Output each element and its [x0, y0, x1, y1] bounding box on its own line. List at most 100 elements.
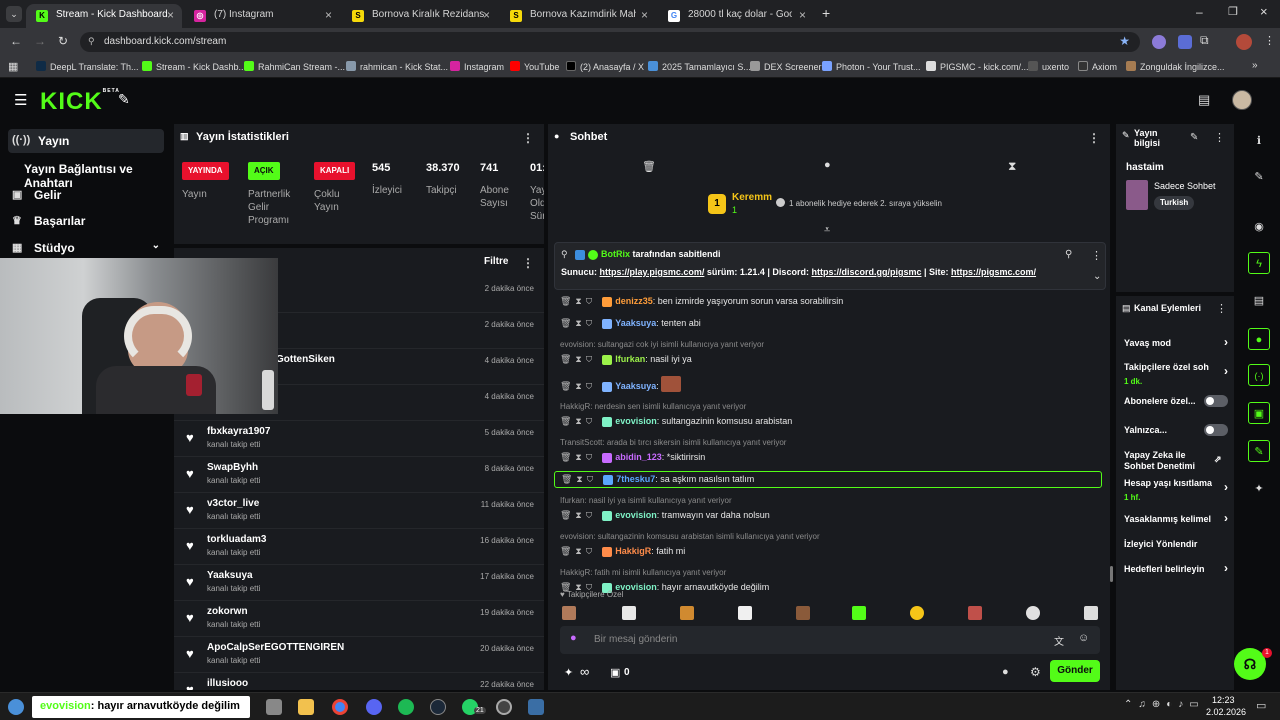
chat-message[interactable]: 🗑⧗⛉ evovision: tramwayın var daha nolsun [560, 510, 770, 521]
bookmark-x[interactable]: (2) Anasayfa / X [566, 61, 644, 72]
sidebar-item-studyo[interactable]: ▦ Stüdyo ⌄ [8, 236, 164, 260]
toggle-switch[interactable] [1204, 424, 1228, 436]
user-avatar[interactable] [1232, 90, 1252, 110]
emote[interactable] [910, 606, 924, 620]
steam-icon[interactable] [430, 699, 446, 715]
sidebar-item-stream-key[interactable]: Yayın Bağlantısı ve Anahtarı [8, 157, 164, 190]
bookmark-star-icon[interactable]: ★ [1119, 34, 1130, 48]
chat-username[interactable]: Yaaksuya [615, 381, 656, 391]
chat-message[interactable]: 🗑⧗⛉ Ifurkan: nasil iyi ya [560, 354, 692, 365]
moderation-tools-icon[interactable]: 🗑⧗⛉ [560, 381, 596, 391]
action-subscribers-only[interactable]: Abonelere özel... [1124, 395, 1228, 407]
moderation-tools-icon[interactable]: 🗑⧗⛉ [560, 452, 596, 462]
edit-icon[interactable]: ✎ [1190, 132, 1198, 143]
chat-message[interactable]: 🗑⧗⛉ abidin_123: *siktirirsin [560, 452, 705, 463]
site-link[interactable]: https://pigsmc.com/ [951, 267, 1036, 277]
chat-mode-icon[interactable]: ● [824, 159, 831, 171]
clock-time[interactable]: 12:23 [1212, 695, 1235, 705]
discord-link[interactable]: https://discord.gg/pigsmc [811, 267, 921, 277]
discord-icon[interactable] [366, 699, 382, 715]
hamburger-menu-icon[interactable]: ☰ [14, 91, 27, 109]
action-slow-mode[interactable]: Yavaş mod › [1124, 336, 1228, 349]
unpin-icon[interactable]: ⚲ [1065, 249, 1072, 260]
app-icon[interactable] [496, 699, 512, 715]
chat-username[interactable]: abidin_123 [615, 452, 662, 462]
address-bar[interactable]: ⚲ dashboard.kick.com/stream ★ [80, 32, 1140, 52]
extension-icon[interactable] [1178, 35, 1192, 49]
microphone-icon[interactable]: ● [570, 632, 577, 644]
chat-message[interactable]: 🗑⧗⛉ Yaaksuya: tenten abi [560, 318, 701, 329]
close-icon[interactable]: × [167, 8, 174, 22]
emote[interactable] [796, 606, 810, 620]
reload-icon[interactable]: ↻ [58, 34, 68, 48]
more-options-icon[interactable]: ⋮ [522, 131, 534, 145]
document-icon[interactable]: ▤ [1248, 290, 1270, 312]
emote[interactable] [1084, 606, 1098, 620]
weather-icon[interactable] [8, 699, 24, 715]
emote[interactable] [680, 606, 694, 620]
bookmark-axiom[interactable]: Axiom [1078, 61, 1117, 72]
bookmark-tamamlayici[interactable]: 2025 Tamamlayıcı S... [648, 61, 751, 72]
lightning-icon[interactable]: ϟ [1248, 252, 1270, 274]
chat-username[interactable]: denizz35 [615, 296, 653, 306]
more-options-icon[interactable]: ⋮ [1091, 249, 1102, 262]
close-icon[interactable]: × [799, 8, 806, 22]
tab-bornova-metro[interactable]: S Bornova Kazımdirik Mah. Metrosu × [500, 4, 656, 28]
apps-grid-icon[interactable]: ▦ [8, 60, 18, 73]
action-raid[interactable]: İzleyici Yönlendir [1124, 539, 1228, 550]
close-icon[interactable]: × [483, 8, 490, 22]
chat-message[interactable]: 🗑⧗⛉ HakkigR: fatih mi [560, 546, 685, 557]
tab-bornova-rezidans[interactable]: S Bornova Kiralık Rezidans Fiyatla × [342, 4, 498, 28]
pencil-icon[interactable]: ✎ [1248, 166, 1270, 188]
emote[interactable] [562, 606, 576, 620]
emote[interactable] [661, 376, 682, 392]
extension-icon[interactable] [1152, 35, 1166, 49]
emote[interactable] [968, 606, 982, 620]
bookmark-kick-dashboard[interactable]: Stream - Kick Dashb... [142, 61, 246, 72]
action-account-age[interactable]: Hesap yaşı kısıtlama 1 hf. › [1124, 478, 1228, 503]
chat-icon[interactable]: ● [1248, 328, 1270, 350]
sidebar-item-gelir[interactable]: ▣ Gelir [8, 183, 164, 207]
sidebar-item-yayin[interactable]: ((·)) Yayın [8, 129, 164, 153]
moderation-tools-icon[interactable]: 🗑⧗⛉ [560, 318, 596, 328]
chrome-icon[interactable] [332, 699, 348, 715]
chat-username[interactable]: Ifurkan [615, 354, 645, 364]
emote[interactable] [852, 606, 866, 620]
forward-icon[interactable]: → [34, 34, 46, 48]
moderation-tools-icon[interactable]: 🗑⧗⛉ [560, 546, 596, 556]
sidebar-item-basarilar[interactable]: ♛ Başarılar [8, 209, 164, 233]
chat-message[interactable]: 🗑⧗⛉ 7thesku7: sa aşkım nasılsın tatlım [554, 471, 1102, 488]
chat-username[interactable]: HakkigR [615, 546, 651, 556]
emote[interactable] [738, 606, 752, 620]
clock-date[interactable]: 2.02.2026 [1206, 707, 1246, 717]
chat-users-icon[interactable]: ● [1002, 666, 1009, 678]
kick-points-icon[interactable]: ✦ [564, 666, 573, 679]
info-icon[interactable]: ℹ [1248, 130, 1270, 152]
tab-google[interactable]: G 28000 tl kaç dolar - Google'da A × [658, 4, 814, 28]
bookmark-rahmican-stats[interactable]: rahmican - Kick Stat... [346, 61, 448, 72]
bookmark-instagram[interactable]: Instagram [450, 61, 504, 72]
action-banned-words[interactable]: Yasaklanmış kelimel › [1124, 512, 1228, 528]
bookmark-youtube[interactable]: YouTube [510, 61, 559, 72]
bookmark-pigsmc[interactable]: PIGSMC - kick.com/... [926, 61, 1029, 72]
close-icon[interactable]: × [325, 8, 332, 22]
bookmark-rahmican-stream[interactable]: RahmiCan Stream -... [244, 61, 345, 72]
restore-button[interactable]: ❐ [1228, 5, 1238, 18]
chat-input[interactable]: ● Bir mesaj gönderin 文 ☺ [560, 626, 1100, 654]
action-emote-only[interactable]: Yalnızca... [1124, 424, 1228, 436]
toggle-switch[interactable] [1204, 395, 1228, 407]
emote[interactable] [622, 606, 636, 620]
broadcast-icon[interactable]: (·) [1248, 364, 1270, 386]
kick-logo[interactable]: KICKBETA [40, 88, 120, 116]
gift-icon[interactable]: ▣ [610, 666, 620, 679]
moderation-tools-icon[interactable]: 🗑⧗⛉ [560, 416, 596, 426]
emoji-icon[interactable]: ☺ [1078, 632, 1089, 644]
chevron-down-icon[interactable]: ⌄ [1093, 271, 1101, 282]
app-icon[interactable] [528, 699, 544, 715]
tab-kick-dashboard[interactable]: K Stream - Kick Dashboard × [26, 4, 182, 28]
close-window-button[interactable]: × [1260, 4, 1268, 19]
send-button[interactable]: Gönder [1050, 660, 1100, 682]
more-options-icon[interactable]: ⋮ [522, 256, 534, 270]
action-followers-only[interactable]: Takipçilere özel soh 1 dk. › [1124, 362, 1228, 387]
file-explorer-icon[interactable] [298, 699, 314, 715]
